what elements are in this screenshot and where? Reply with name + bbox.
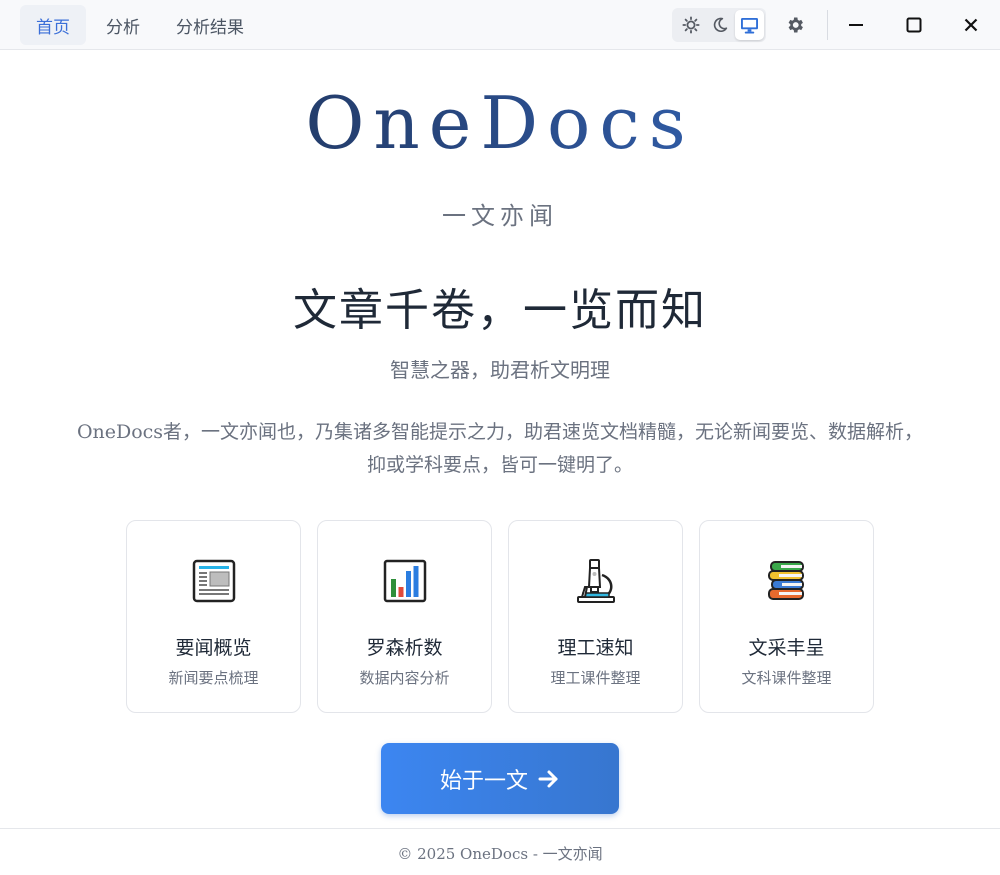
nav-tabs: 首页 分析 分析结果 [20, 5, 260, 45]
card-news-overview[interactable]: 要闻概览 新闻要点梳理 [126, 520, 301, 713]
card-title: 文采丰呈 [748, 637, 825, 659]
toolbar-divider [827, 10, 828, 40]
footer-copyright: © 2025 OneDocs - 一文亦闻 [397, 845, 603, 863]
start-button-label: 始于一文 [439, 768, 528, 794]
card-title: 罗森析数 [366, 637, 443, 659]
moon-icon [713, 17, 728, 33]
gear-icon [788, 17, 803, 33]
arrow-right-icon [538, 770, 558, 787]
sun-icon [682, 16, 700, 34]
card-humanities-notes[interactable]: 文采丰呈 文科课件整理 [699, 520, 874, 713]
close-icon [964, 18, 978, 32]
books-icon [700, 553, 873, 609]
tab-results[interactable]: 分析结果 [160, 5, 260, 45]
page-subheadline: 智慧之器，助君析文明理 [390, 358, 610, 382]
minimize-button[interactable] [838, 7, 874, 43]
start-button[interactable]: 始于一文 [381, 743, 619, 814]
maximize-button[interactable] [896, 7, 932, 43]
title-bar: 首页 分析 分析结果 [0, 0, 1000, 50]
card-title: 要闻概览 [175, 637, 252, 659]
bar-chart-icon [318, 553, 491, 609]
card-data-analysis[interactable]: 罗森析数 数据内容分析 [317, 520, 492, 713]
light-theme-button[interactable] [676, 10, 705, 40]
monitor-icon [740, 17, 758, 34]
newspaper-icon [127, 553, 300, 609]
close-button[interactable] [953, 7, 989, 43]
card-subtitle: 文科课件整理 [741, 669, 832, 687]
theme-switcher [672, 8, 766, 42]
card-subtitle: 数据内容分析 [359, 669, 450, 687]
maximize-icon [906, 17, 922, 33]
page-description: OneDocs者，一文亦闻也，乃集诸多智能提示之力，助君速览文档精髓，无论新闻要… [76, 421, 924, 476]
tab-home[interactable]: 首页 [20, 5, 86, 45]
card-science-notes[interactable]: 理工速知 理工课件整理 [508, 520, 683, 713]
app-tagline: 一文亦闻 [442, 202, 558, 230]
card-subtitle: 新闻要点梳理 [168, 669, 259, 687]
dark-theme-button[interactable] [705, 10, 734, 40]
card-subtitle: 理工课件整理 [550, 669, 641, 687]
footer: © 2025 OneDocs - 一文亦闻 [0, 828, 1000, 875]
feature-cards: 要闻概览 新闻要点梳理 罗森析数 数据内容分析 理工速知 理工课件整理 文采丰呈… [126, 520, 874, 713]
settings-button[interactable] [780, 10, 810, 40]
tab-analyze[interactable]: 分析 [90, 5, 156, 45]
app-logo: OneDocs [0, 83, 1000, 163]
microscope-icon [509, 553, 682, 609]
minimize-icon [849, 24, 863, 26]
system-theme-button[interactable] [734, 10, 764, 40]
card-title: 理工速知 [557, 637, 634, 659]
page-headline: 文章千卷，一览而知 [293, 285, 707, 336]
